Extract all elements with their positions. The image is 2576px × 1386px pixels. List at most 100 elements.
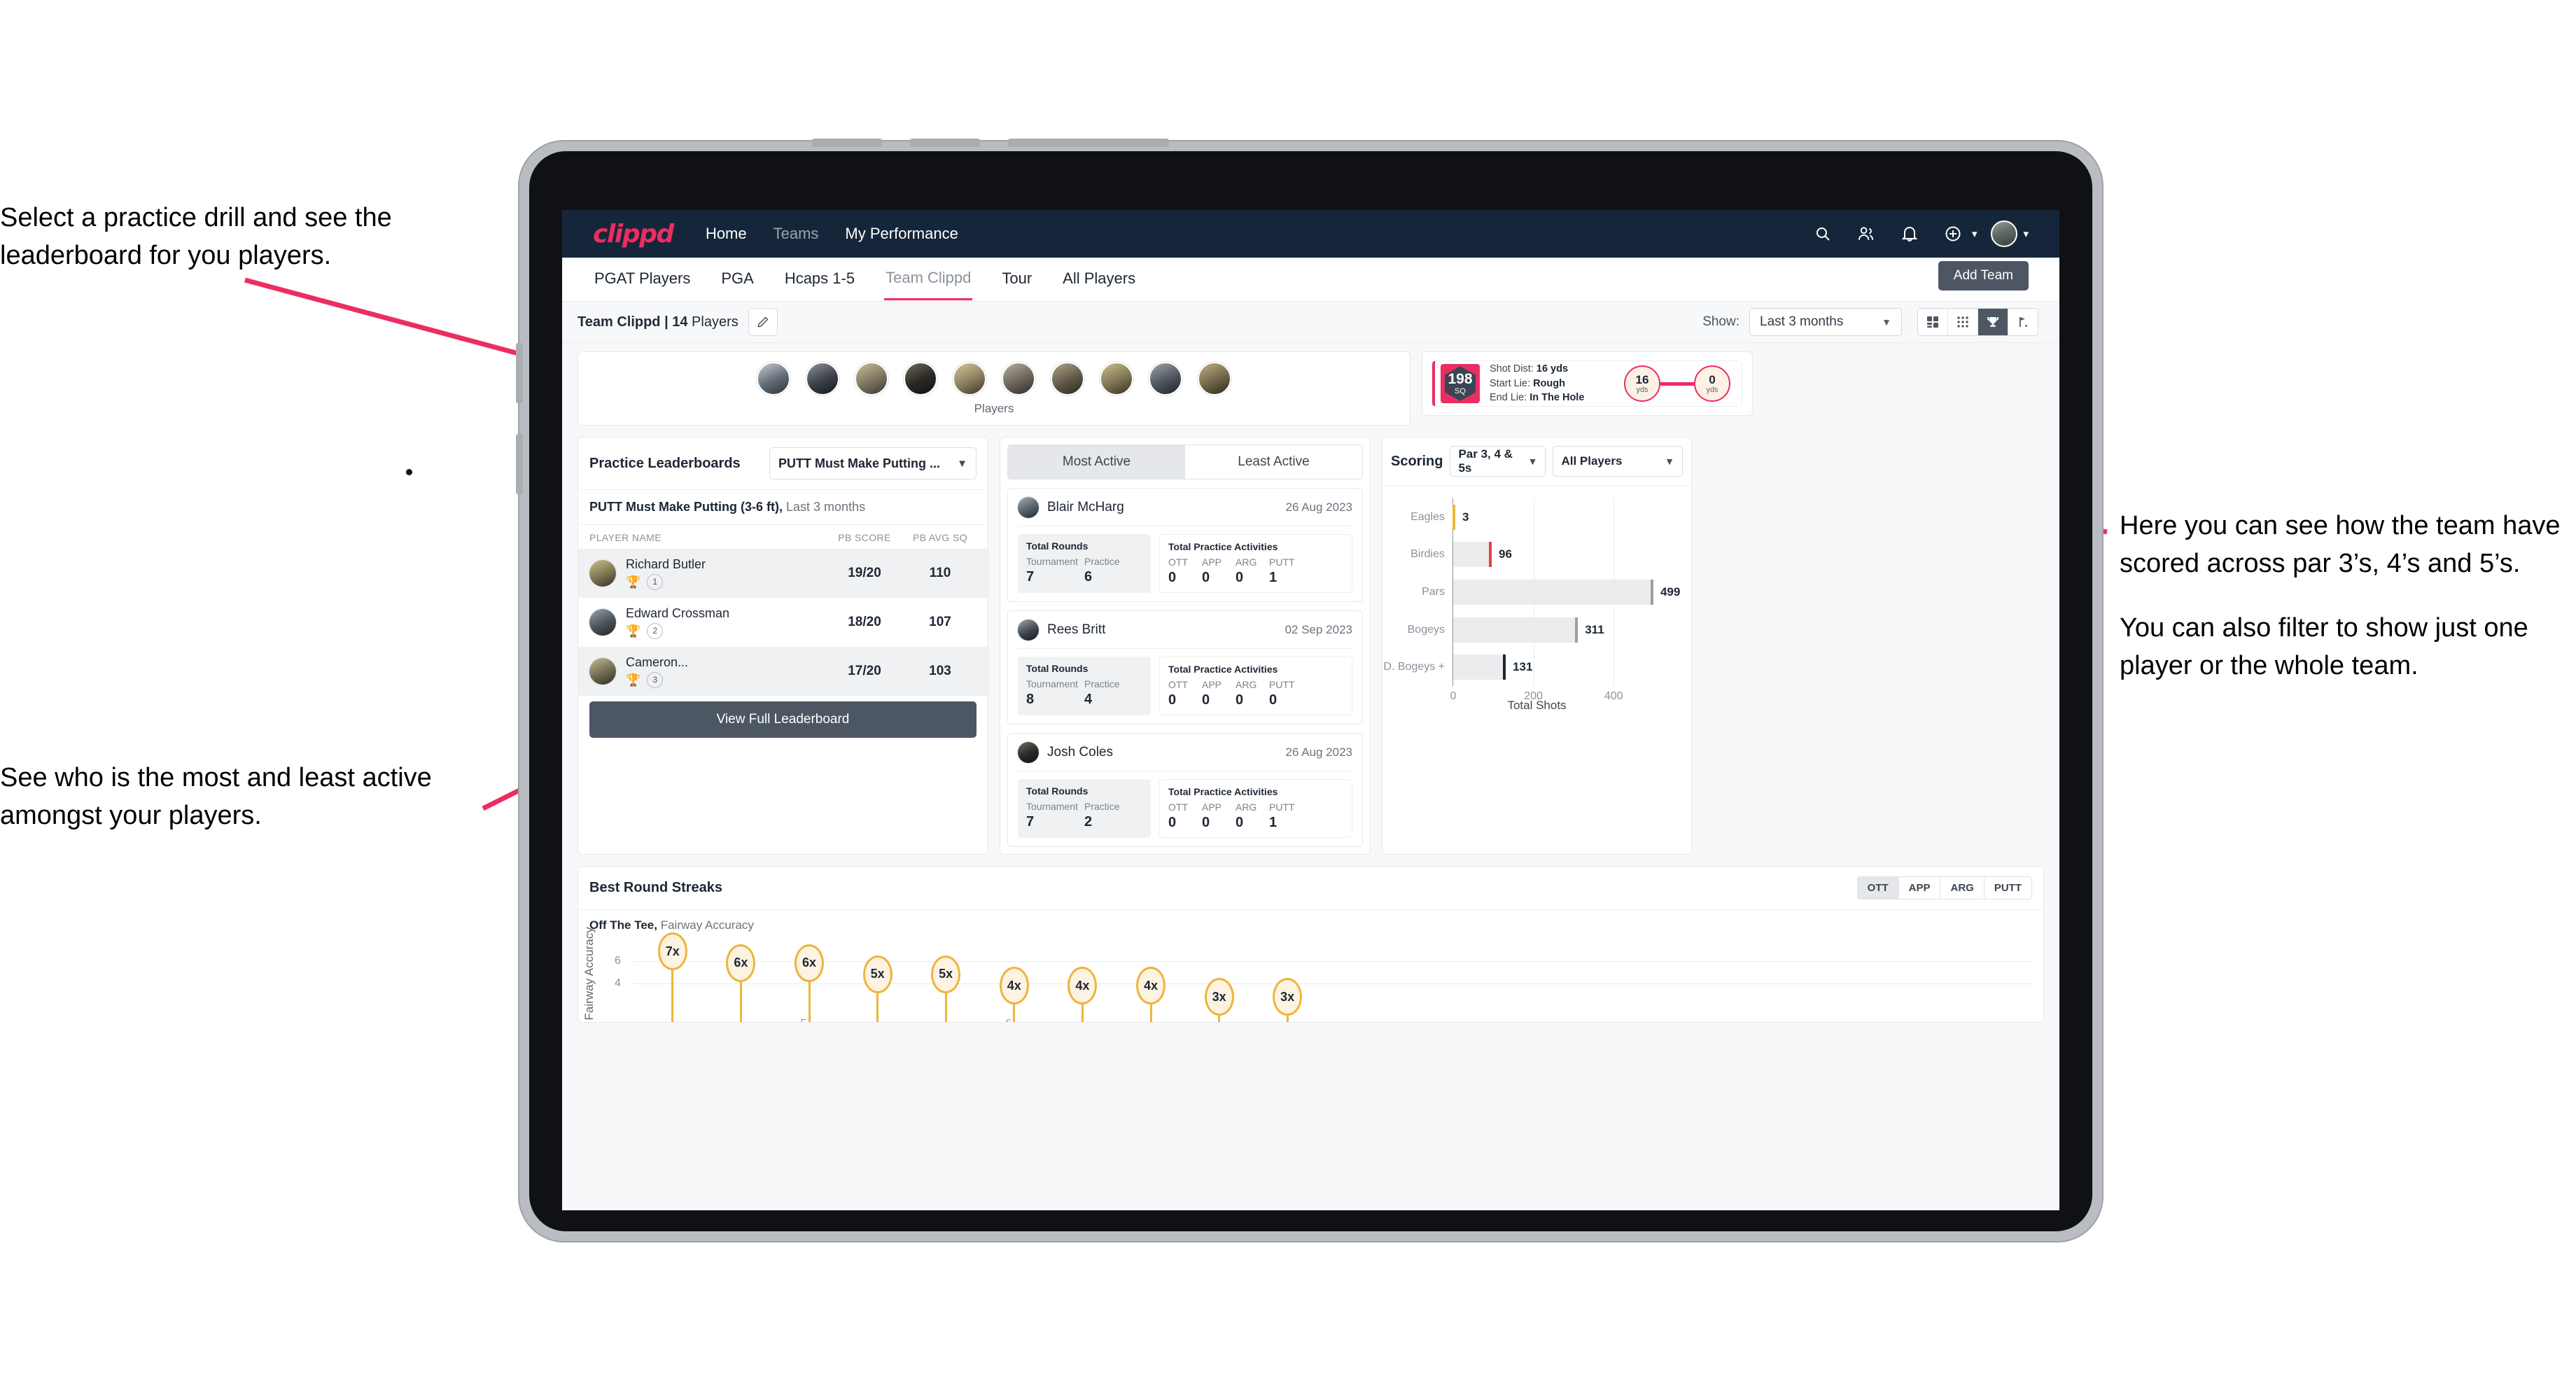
device-button-top-3	[1008, 139, 1169, 147]
nav-my-performance[interactable]: My Performance	[845, 225, 958, 243]
add-team-button[interactable]: Add Team	[1938, 261, 2029, 290]
nav-home[interactable]: Home	[706, 225, 747, 243]
bar-value-label: 3	[1462, 510, 1469, 524]
pill-app[interactable]: APP	[1898, 877, 1941, 899]
table-row[interactable]: Edward Crossman 🏆 2 18/20 107	[578, 598, 988, 647]
tab-hcaps-1-5[interactable]: Hcaps 1-5	[783, 260, 856, 299]
tab-least-active[interactable]: Least Active	[1185, 445, 1362, 479]
tab-pga[interactable]: PGA	[720, 260, 755, 299]
streak-bubble[interactable]: 3x	[1204, 978, 1234, 1016]
practice-label: Practice	[1084, 678, 1120, 690]
scoring-card: Scoring Par 3, 4 & 5s ▼ All Players ▼ 02…	[1382, 437, 1692, 855]
chevron-down-icon[interactable]: ▾	[1972, 227, 1977, 240]
streak-bubble[interactable]: 5x	[862, 955, 892, 993]
pill-ott[interactable]: OTT	[1857, 877, 1899, 899]
dashboard-view-icon[interactable]	[1918, 309, 1948, 335]
avatar[interactable]	[855, 362, 888, 396]
people-icon[interactable]	[1850, 218, 1882, 250]
course-view-icon[interactable]	[2008, 309, 2038, 335]
avatar[interactable]	[904, 362, 937, 396]
gridline	[633, 960, 2032, 962]
streaks-subtitle-rest: Fairway Accuracy	[660, 918, 754, 932]
practice-activities-values: OTT 0 APP 0 ARG 0 PUTT	[1168, 802, 1343, 831]
ott-col: OTT 0	[1168, 679, 1202, 708]
avatar[interactable]	[806, 362, 839, 396]
arg-label: ARG	[1236, 802, 1257, 813]
activity-player-card[interactable]: Blair McHarg 26 Aug 2023 Total Rounds To…	[1007, 488, 1363, 602]
avatar[interactable]	[1051, 362, 1084, 396]
streak-bubble[interactable]: 4x	[1068, 967, 1098, 1004]
bar-cap	[1503, 654, 1506, 680]
avatar[interactable]	[953, 362, 986, 396]
app-header: clippd Home Teams My Performance ▾ ▾	[562, 210, 2059, 258]
streaks-plot-area: 4 6 7x 6x 6x E 5x 5x 4x S 4x 4x 3x 3x	[615, 932, 2032, 1023]
tab-all-players[interactable]: All Players	[1061, 260, 1137, 299]
bar-category-label: Pars	[1422, 586, 1445, 598]
search-icon[interactable]	[1807, 218, 1839, 250]
bar-row: 3 Eagles	[1410, 504, 1469, 530]
avatar[interactable]	[1100, 362, 1133, 396]
annotation-left-top: Select a practice drill and see the lead…	[0, 200, 532, 275]
date-range-select[interactable]: Last 3 months ▼	[1749, 308, 1902, 336]
bell-icon[interactable]	[1893, 218, 1926, 250]
plus-circle-icon[interactable]	[1937, 218, 1969, 250]
bar-value-label: 311	[1585, 622, 1604, 636]
gridline	[633, 983, 2032, 984]
avatar[interactable]	[1198, 362, 1231, 396]
avatar[interactable]	[757, 362, 790, 396]
team-title: Team Clippd | 14 Players	[578, 314, 738, 330]
streak-bubble[interactable]: 7x	[657, 932, 687, 971]
activity-player-card[interactable]: Rees Britt 02 Sep 2023 Total Rounds Tour…	[1007, 610, 1363, 724]
avatar[interactable]	[1988, 218, 2020, 250]
table-row[interactable]: Cameron... 🏆 3 17/20 103	[578, 647, 988, 696]
activity-player-card[interactable]: Josh Coles 26 Aug 2023 Total Rounds Tour…	[1007, 733, 1363, 847]
tab-team-clippd[interactable]: Team Clippd	[884, 259, 973, 300]
x-tick-label: E	[800, 1017, 807, 1023]
streak-bubble[interactable]: 3x	[1273, 978, 1303, 1016]
bar-cap	[1452, 504, 1455, 530]
table-row[interactable]: Richard Butler 🏆 1 19/20 110	[578, 549, 988, 598]
drill-select[interactable]: PUTT Must Make Putting ... ▼	[769, 447, 976, 479]
avatar[interactable]	[1002, 362, 1035, 396]
total-rounds-values: Tournament 8 Practice 4	[1026, 678, 1142, 708]
device-button-left-1	[516, 343, 523, 403]
chevron-down-icon: ▼	[1665, 456, 1674, 467]
pencil-icon[interactable]	[748, 308, 778, 336]
pill-putt[interactable]: PUTT	[1984, 877, 2031, 899]
view-full-leaderboard-button[interactable]: View Full Leaderboard	[589, 701, 976, 738]
activity-card-body: Total Rounds Tournament 7 Practice 2 Tot…	[1018, 779, 1352, 838]
streak-bubble[interactable]: 4x	[999, 967, 1029, 1004]
bar-cap	[1575, 617, 1578, 643]
grid-view-icon[interactable]	[1948, 309, 1978, 335]
streak-bubble[interactable]: 4x	[1136, 967, 1166, 1004]
avatar[interactable]	[1149, 362, 1182, 396]
streaks-header: Best Round Streaks OTT APP ARG PUTT	[578, 867, 2043, 910]
trophy-view-icon[interactable]	[1978, 309, 2008, 335]
ott-label: OTT	[1168, 802, 1188, 813]
tab-pgat-players[interactable]: PGAT Players	[593, 260, 692, 299]
end-distance-value: 0	[1709, 372, 1716, 386]
streak-bubble[interactable]: 6x	[794, 944, 824, 982]
pill-arg[interactable]: ARG	[1940, 877, 1984, 899]
app-label: APP	[1202, 802, 1222, 813]
practice-leaderboard-card: Practice Leaderboards PUTT Must Make Put…	[578, 437, 988, 855]
tab-tour[interactable]: Tour	[1000, 260, 1033, 299]
par-filter-select[interactable]: Par 3, 4 & 5s ▼	[1450, 446, 1546, 477]
activity-card-body: Total Rounds Tournament 8 Practice 4 Tot…	[1018, 657, 1352, 715]
chevron-down-icon[interactable]: ▾	[2023, 227, 2029, 240]
show-label: Show:	[1702, 314, 1740, 329]
nav-teams[interactable]: Teams	[774, 225, 819, 243]
device-button-left-2	[516, 434, 523, 494]
start-distance-value: 16	[1635, 372, 1649, 386]
clippd-logo[interactable]: clippd	[593, 220, 674, 248]
streak-bubble[interactable]: 5x	[931, 955, 961, 993]
tab-most-active[interactable]: Most Active	[1008, 445, 1185, 479]
tournament-value: 8	[1026, 692, 1035, 707]
player-filter-select[interactable]: All Players ▼	[1553, 446, 1683, 477]
streak-bubble[interactable]: 6x	[726, 944, 756, 982]
shot-detail-inner: 198 SQ Shot Dist: 16 yds Start Lie: Roug…	[1432, 360, 1742, 407]
activity-card: Most Active Least Active Blair McHarg 26…	[1000, 437, 1371, 855]
putt-col: PUTT 1	[1269, 802, 1303, 831]
tournament-label: Tournament	[1026, 556, 1078, 567]
scoring-chart: 0 200 400 3 Eagles 96 Birdies 499 Pars 311 Bogeys 1…	[1382, 486, 1691, 735]
